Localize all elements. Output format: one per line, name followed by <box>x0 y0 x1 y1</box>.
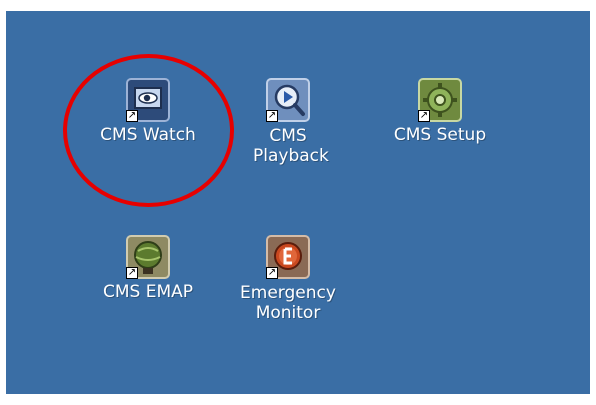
desktop <box>6 11 590 394</box>
cms-setup-icon: ↗ <box>418 78 462 122</box>
shortcut-arrow-icon: ↗ <box>126 110 138 122</box>
cms-playback-icon: ↗ <box>266 78 310 122</box>
desktop-icon-cms-playback[interactable]: ↗ CMS Playback <box>218 78 358 166</box>
desktop-icon-label: CMS EMAP <box>102 282 194 302</box>
shortcut-arrow-icon: ↗ <box>126 267 138 279</box>
desktop-icon-cms-setup[interactable]: ↗ CMS Setup <box>370 78 510 144</box>
desktop-icon-label: CMS Playback <box>253 126 329 166</box>
desktop-icon-emergency-monitor[interactable]: ↗ Emergency Monitor <box>218 235 358 323</box>
shortcut-arrow-icon: ↗ <box>266 110 278 122</box>
emergency-monitor-icon: ↗ <box>266 235 310 279</box>
desktop-icon-cms-emap[interactable]: ↗ CMS EMAP <box>78 235 218 301</box>
desktop-icon-label: CMS Watch <box>100 125 196 145</box>
shortcut-arrow-icon: ↗ <box>418 110 430 122</box>
shortcut-arrow-icon: ↗ <box>266 267 278 279</box>
desktop-icon-cms-watch[interactable]: ↗ CMS Watch <box>78 78 218 144</box>
desktop-icon-label: CMS Setup <box>393 125 487 145</box>
desktop-icon-label: Emergency Monitor <box>240 283 336 323</box>
cms-watch-icon: ↗ <box>126 78 170 122</box>
cms-emap-icon: ↗ <box>126 235 170 279</box>
